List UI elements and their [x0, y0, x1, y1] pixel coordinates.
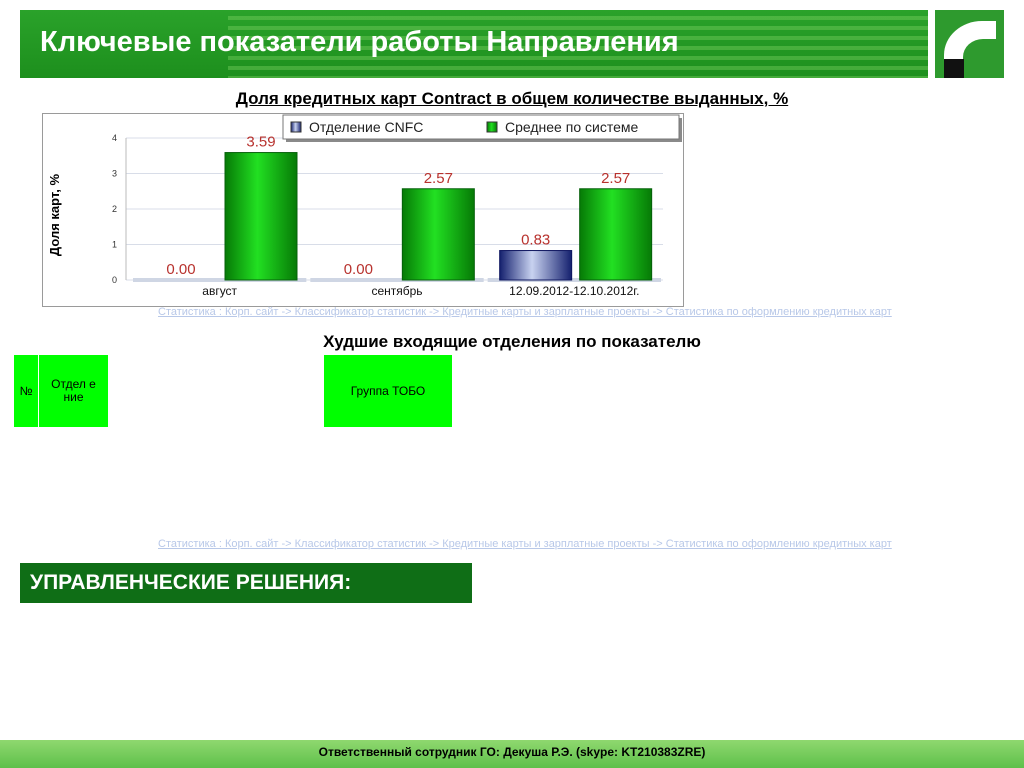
column-department-header: Отдел ение [39, 355, 108, 427]
bar-branch [499, 250, 573, 281]
worst-branches-title: Худшие входящие отделения по показателю [323, 332, 701, 351]
data-label: 0.00 [166, 261, 195, 278]
source-link-2[interactable]: Статистика : Корп. сайт -> Классификатор… [158, 538, 1014, 550]
chart-title: Доля кредитных карт Contract в общем кол… [235, 89, 789, 108]
y-tick-label: 3 [112, 169, 117, 179]
data-label: 3.59 [246, 134, 275, 151]
data-label: 2.57 [424, 170, 453, 187]
data-label: 0.83 [521, 232, 550, 249]
x-tick-label: сентябрь [371, 284, 422, 298]
data-label: 0.00 [344, 261, 373, 278]
page-title: Ключевые показатели работы Направления [40, 26, 679, 58]
data-label: 2.57 [601, 170, 630, 187]
source-link-1[interactable]: Статистика : Корп. сайт -> Классификатор… [158, 306, 1014, 318]
header-banner: Ключевые показатели работы Направления [20, 10, 928, 78]
legend-label: Среднее по системе [505, 119, 638, 135]
bank-logo [935, 10, 1004, 78]
bar-system [579, 188, 653, 281]
legend-label: Отделение CNFC [309, 119, 423, 135]
y-tick-label: 0 [112, 275, 117, 285]
x-tick-label: август [202, 284, 237, 298]
legend-swatch [486, 121, 498, 133]
y-tick-label: 4 [112, 133, 117, 143]
column-group-header: Группа ТОБО [324, 355, 452, 427]
y-axis-label: Доля карт, % [47, 173, 62, 256]
legend-swatch [290, 121, 302, 133]
x-tick-label: 12.09.2012-12.10.2012г. [509, 284, 639, 298]
bar-chart: 0 1 2 3 4 Доля карт, % август сентябрь 12.09.201… [42, 113, 684, 307]
management-decisions-header: УПРАВЛЕНЧЕСКИЕ РЕШЕНИЯ: [20, 563, 472, 603]
footer-responsible: Ответственный сотрудник ГО: Декуша Р.Э. … [0, 740, 1024, 768]
column-department-label: Отдел ение [51, 377, 96, 404]
bar-system [224, 152, 298, 281]
y-tick-label: 2 [112, 204, 117, 214]
chart-svg: 0 1 2 3 4 Доля карт, % август сентябрь 12.09.201… [47, 114, 682, 298]
bar-system [401, 188, 475, 281]
column-number-header: № [14, 355, 38, 427]
y-tick-label: 1 [112, 240, 117, 250]
